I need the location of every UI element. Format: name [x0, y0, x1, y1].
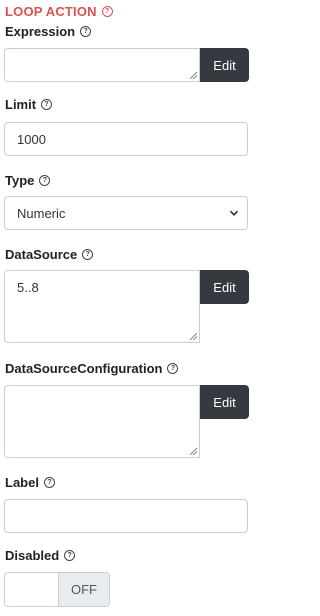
expression-label-text: Expression: [5, 24, 76, 39]
datasource-textarea[interactable]: 5..8: [4, 270, 200, 343]
label-field-label: Label ?: [5, 475, 55, 490]
datasource-value: 5..8: [17, 280, 39, 295]
limit-input[interactable]: 1000: [4, 122, 248, 156]
toggle-state-text: OFF: [58, 573, 109, 606]
datasource-configuration-label: DataSourceConfiguration ?: [5, 361, 179, 376]
section-title: LOOP ACTION ?: [5, 4, 113, 19]
datasource-configuration-edit-button[interactable]: Edit: [200, 385, 249, 419]
chevron-down-icon: [229, 210, 239, 216]
toggle-knob[interactable]: [5, 573, 58, 606]
section-title-text: LOOP ACTION: [5, 4, 97, 19]
label-input[interactable]: [4, 499, 248, 533]
disabled-label-text: Disabled: [5, 548, 60, 563]
type-label: Type ?: [5, 173, 51, 188]
help-icon[interactable]: ?: [64, 550, 76, 561]
type-label-text: Type: [5, 173, 35, 188]
expression-label: Expression ?: [5, 24, 92, 39]
limit-label-text: Limit: [5, 97, 37, 112]
datasource-configuration-label-text: DataSourceConfiguration: [5, 361, 163, 376]
disabled-label: Disabled ?: [5, 548, 76, 563]
help-icon[interactable]: ?: [82, 249, 94, 260]
help-icon[interactable]: ?: [80, 26, 92, 37]
help-icon[interactable]: ?: [167, 363, 179, 374]
datasource-label: DataSource ?: [5, 247, 94, 262]
help-icon[interactable]: ?: [43, 477, 55, 488]
datasource-edit-button[interactable]: Edit: [200, 270, 249, 304]
label-field-label-text: Label: [5, 475, 39, 490]
help-icon[interactable]: ?: [41, 99, 53, 110]
help-icon[interactable]: ?: [101, 6, 113, 17]
disabled-toggle[interactable]: OFF: [4, 572, 110, 607]
type-selected-value: Numeric: [17, 205, 66, 221]
expression-textarea[interactable]: [4, 48, 200, 82]
datasource-label-text: DataSource: [5, 247, 78, 262]
resize-handle-icon[interactable]: [190, 333, 197, 340]
limit-label: Limit ?: [5, 97, 53, 112]
expression-edit-button[interactable]: Edit: [200, 48, 249, 82]
limit-value: 1000: [17, 131, 46, 147]
type-select[interactable]: Numeric: [4, 196, 248, 230]
help-icon[interactable]: ?: [39, 175, 51, 186]
resize-handle-icon[interactable]: [190, 448, 197, 455]
resize-handle-icon[interactable]: [190, 72, 197, 79]
datasource-configuration-textarea[interactable]: [4, 385, 200, 458]
